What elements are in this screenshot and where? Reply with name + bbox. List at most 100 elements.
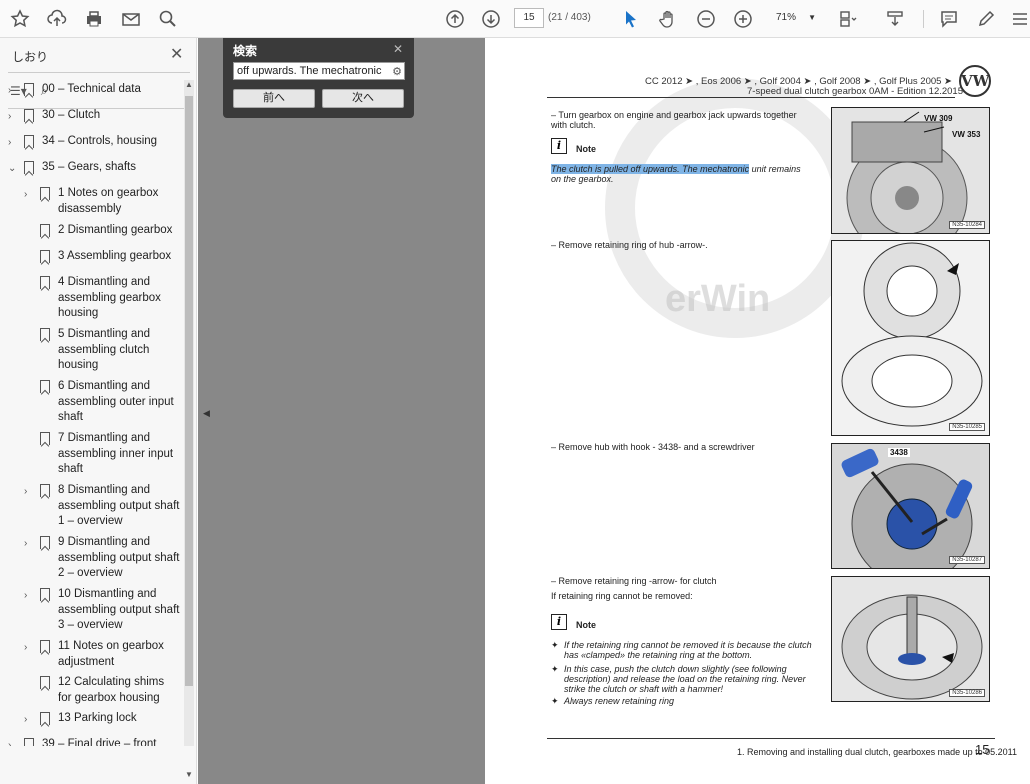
chevron-right-icon[interactable]: › bbox=[8, 83, 20, 99]
hand-tool-icon[interactable] bbox=[656, 7, 680, 31]
bookmark-item[interactable]: › 34 – Controls, housing bbox=[8, 134, 180, 151]
note-clutch-text: The clutch is pulled off upwards. The me… bbox=[551, 164, 811, 184]
bookmark-icon bbox=[40, 276, 50, 289]
bookmark-item[interactable]: 7 Dismantling and assembling inner input… bbox=[24, 431, 180, 478]
search-input[interactable]: off upwards. The mechatronic ⚙ bbox=[233, 62, 405, 80]
bookmark-item[interactable]: › 30 – Clutch bbox=[8, 108, 180, 125]
next-page-icon[interactable] bbox=[479, 7, 503, 31]
gear-icon[interactable]: ⚙ bbox=[392, 64, 402, 79]
zoom-search-icon[interactable] bbox=[156, 7, 180, 31]
bookmark-item[interactable]: › 9 Dismantling and assembling output sha… bbox=[24, 535, 180, 582]
scroll-down-icon[interactable]: ▼ bbox=[185, 770, 193, 779]
collapse-sidebar-icon[interactable]: ◀ bbox=[203, 408, 210, 419]
step-turn-gearbox: – Turn gearbox on engine and gearbox jac… bbox=[551, 110, 797, 130]
chevron-right-icon[interactable]: › bbox=[8, 135, 20, 151]
zoom-in-icon[interactable] bbox=[731, 7, 755, 31]
bookmark-item[interactable]: 3 Assembling gearbox bbox=[24, 249, 180, 265]
bookmark-label: 35 – Gears, shafts bbox=[42, 161, 136, 173]
close-icon[interactable]: ✕ bbox=[170, 44, 183, 64]
page-number-input[interactable]: 15 bbox=[514, 8, 544, 28]
prev-page-icon[interactable] bbox=[443, 7, 467, 31]
toolbar-divider bbox=[923, 10, 924, 28]
bookmark-label: 4 Dismantling and assembling gearbox hou… bbox=[58, 276, 161, 319]
search-next-button[interactable]: 次へ bbox=[322, 89, 404, 108]
page-count: (21 / 403) bbox=[548, 12, 591, 23]
bookmark-item[interactable]: › 13 Parking lock bbox=[24, 711, 180, 728]
comment-icon[interactable] bbox=[937, 7, 961, 31]
chevron-right-icon[interactable]: › bbox=[24, 588, 36, 604]
page-display-icon[interactable] bbox=[836, 7, 860, 31]
bookmark-item[interactable]: › 39 – Final drive – front bbox=[8, 737, 180, 746]
tool-label-3438: 3438 bbox=[888, 448, 910, 457]
bookmark-star-icon[interactable] bbox=[8, 7, 32, 31]
tool-label-vw309: VW 309 bbox=[924, 114, 953, 123]
bookmark-label: 00 – Technical data bbox=[42, 83, 141, 95]
bookmark-label: 2 Dismantling gearbox bbox=[58, 224, 173, 236]
vw-logo: VW bbox=[959, 65, 991, 97]
figure-gearbox-tools: VW 309 VW 353 N35-10284 bbox=[831, 107, 990, 234]
step-remove-retaining-ring: – Remove retaining ring of hub -arrow-. bbox=[551, 240, 708, 250]
close-icon[interactable]: ✕ bbox=[393, 42, 403, 56]
pen-icon[interactable] bbox=[974, 7, 998, 31]
bookmark-label: 30 – Clutch bbox=[42, 109, 101, 121]
figure-code: N35-10287 bbox=[949, 556, 985, 564]
bookmark-label: 3 Assembling gearbox bbox=[58, 250, 172, 262]
select-cursor-icon[interactable] bbox=[619, 7, 643, 31]
bookmark-icon bbox=[24, 161, 34, 174]
bookmark-icon bbox=[40, 380, 50, 393]
search-highlight: The clutch is pulled off upwards. The me… bbox=[551, 164, 750, 174]
zoom-select[interactable]: 71% ▼ bbox=[770, 8, 818, 28]
bookmark-icon bbox=[40, 676, 50, 689]
doc-header-edition: 7-speed dual clutch gearbox 0AM - Editio… bbox=[747, 86, 963, 97]
bookmark-item[interactable]: › 1 Notes on gearbox disassembly bbox=[24, 186, 180, 217]
scroll-mode-icon[interactable] bbox=[883, 7, 907, 31]
chevron-right-icon[interactable]: › bbox=[8, 109, 20, 125]
step-remove-clutch-ring: – Remove retaining ring -arrow- for clut… bbox=[551, 576, 717, 586]
chevron-right-icon[interactable]: › bbox=[24, 640, 36, 656]
chevron-right-icon[interactable]: › bbox=[8, 738, 20, 746]
bookmark-item[interactable]: 6 Dismantling and assembling outer input… bbox=[24, 379, 180, 426]
tool-label-vw353: VW 353 bbox=[952, 130, 981, 139]
bookmark-item[interactable]: › 00 – Technical data bbox=[8, 82, 180, 99]
main-toolbar: 15 (21 / 403) 71% ▼ bbox=[0, 0, 1030, 38]
condition-text: If retaining ring cannot be removed: bbox=[551, 591, 693, 601]
bookmark-item[interactable]: › 8 Dismantling and assembling output sha… bbox=[24, 483, 180, 530]
bullet-icon: ✦ bbox=[551, 640, 559, 650]
chevron-right-icon[interactable]: › bbox=[24, 187, 36, 203]
bookmark-icon bbox=[40, 328, 50, 341]
note-label: Note bbox=[576, 620, 596, 630]
bookmark-item[interactable]: 2 Dismantling gearbox bbox=[24, 223, 180, 239]
bookmark-label: 11 Notes on gearbox adjustment bbox=[58, 640, 164, 668]
bookmark-icon bbox=[40, 432, 50, 445]
page-number: 15 bbox=[975, 742, 990, 757]
bookmark-item[interactable]: › 10 Dismantling and assembling output sh… bbox=[24, 587, 180, 634]
bookmark-item[interactable]: 4 Dismantling and assembling gearbox hou… bbox=[24, 275, 180, 322]
email-icon[interactable] bbox=[119, 7, 143, 31]
bookmark-icon bbox=[40, 224, 50, 237]
note-bullet-2: In this case, push the clutch down sligh… bbox=[564, 664, 806, 694]
note-icon: i bbox=[551, 614, 567, 630]
chevron-right-icon[interactable]: › bbox=[24, 536, 36, 552]
print-icon[interactable] bbox=[82, 7, 106, 31]
upload-icon[interactable] bbox=[45, 7, 69, 31]
bullet-icon: ✦ bbox=[551, 664, 559, 674]
more-tools-icon[interactable] bbox=[1008, 7, 1030, 31]
chevron-right-icon[interactable]: › bbox=[24, 712, 36, 728]
note-bullet-3: Always renew retaining ring bbox=[564, 696, 675, 706]
bookmark-item[interactable]: 5 Dismantling and assembling clutch hous… bbox=[24, 327, 180, 374]
bookmark-label: 5 Dismantling and assembling clutch hous… bbox=[58, 328, 151, 371]
sidebar-scroll-thumb[interactable] bbox=[185, 96, 193, 686]
bookmark-item[interactable]: 12 Calculating shims for gearbox housing bbox=[24, 675, 180, 706]
search-prev-button[interactable]: 前へ bbox=[233, 89, 315, 108]
bookmark-item[interactable]: ⌄ 35 – Gears, shafts bbox=[8, 160, 180, 177]
bookmark-icon bbox=[40, 484, 50, 497]
viewer-gutter bbox=[198, 38, 485, 784]
bookmark-icon bbox=[24, 109, 34, 122]
chevron-right-icon[interactable]: › bbox=[24, 484, 36, 500]
bookmark-icon bbox=[40, 640, 50, 653]
zoom-out-icon[interactable] bbox=[694, 7, 718, 31]
chevron-down-icon[interactable]: ⌄ bbox=[8, 161, 20, 177]
bookmark-label: 13 Parking lock bbox=[58, 712, 137, 724]
scroll-up-icon[interactable]: ▲ bbox=[185, 80, 193, 89]
bookmark-item[interactable]: › 11 Notes on gearbox adjustment bbox=[24, 639, 180, 670]
